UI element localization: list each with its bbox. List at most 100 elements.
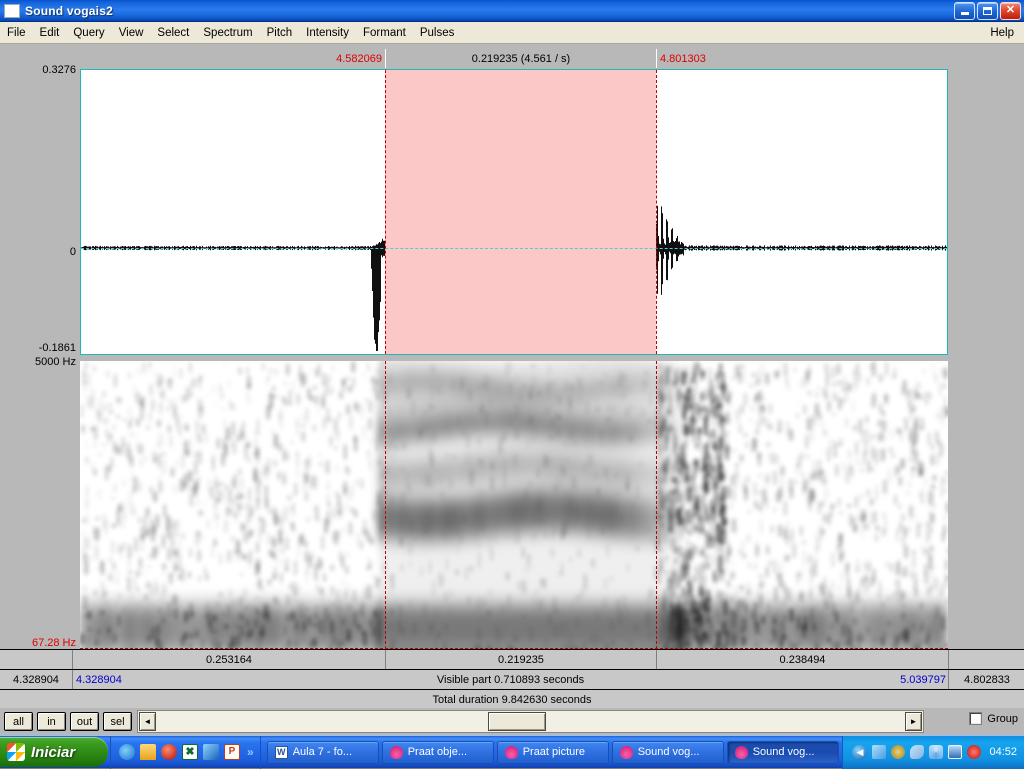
photo-editor-icon[interactable] [203,744,219,760]
menu-item-pulses[interactable]: Pulses [413,24,462,42]
scrollbar-thumb[interactable] [488,712,546,731]
praat-icon [505,746,518,759]
waveform-zero-line [81,248,947,249]
praat-sound-editor-window: Sound vogais2 ✕ File Edit Query View Sel… [0,0,1024,768]
menu-item-intensity[interactable]: Intensity [299,24,356,42]
modem-icon[interactable] [910,745,924,759]
scroll-left-arrow-button[interactable]: ◄ [139,712,156,731]
waveform-zero-label: 0 [0,246,76,258]
selection-start-time: 4.582069 [280,49,385,68]
selection-duration: 0.219235 (4.561 / s) [386,49,656,68]
display-icon[interactable] [948,745,962,759]
powerpoint-icon[interactable]: P [224,744,240,760]
waveform-selection-end-line[interactable] [656,70,657,354]
selection-header-bar: 4.582069 0.219235 (4.561 / s) 4.801303 [0,49,1024,68]
window-title: Sound vogais2 [25,4,113,18]
group-checkbox[interactable] [969,712,982,725]
menu-item-view[interactable]: View [112,24,151,42]
selection-header-divider-right [656,49,657,68]
menu-item-file[interactable]: File [0,24,33,42]
menu-item-help[interactable]: Help [983,24,1024,42]
start-button[interactable]: Iniciar [0,737,108,767]
scroll-right-arrow-button[interactable]: ► [905,712,922,731]
quick-launch-overflow-icon[interactable]: » [247,745,254,759]
visible-part-label: Visible part 0.710893 seconds [73,670,948,689]
menu-item-query[interactable]: Query [66,24,111,42]
windows-logo-icon [7,743,25,761]
sound-window-icon [4,4,20,18]
duration-segment-selected: 0.219235 [386,650,656,669]
waveform-selection-start-line[interactable] [385,70,386,354]
zoom-out-button[interactable]: out [70,712,99,731]
total-duration-label: Total duration 9.842630 seconds [0,690,1024,709]
visible-part-bar: 4.328904 4.328904 Visible part 0.710893 … [0,669,1024,689]
taskbar-button-label: Sound vog... [638,746,700,758]
menu-item-edit[interactable]: Edit [33,24,67,42]
taskbar-button-label: Sound vog... [753,746,815,758]
taskbar-button-praat-objects[interactable]: Praat obje... [382,741,494,764]
network-icon[interactable] [891,745,905,759]
start-button-label: Iniciar [31,744,75,761]
spectrogram-selection-end-line[interactable] [656,361,657,649]
praat-icon [390,746,403,759]
duration-divider-2 [656,650,657,669]
duration-segment-left: 0.253164 [73,650,385,669]
praat-icon [620,746,633,759]
visible-divider-right [948,670,949,689]
horizontal-scrollbar[interactable]: ◄ ► [137,710,924,733]
menu-item-formant[interactable]: Formant [356,24,413,42]
volume-icon[interactable] [872,745,886,759]
waveform-selection-shade [385,70,656,354]
taskbar-window-buttons: W Aula 7 - fo... Praat obje... Praat pic… [267,736,843,769]
word-document-icon: W [275,746,288,759]
menu-item-pitch[interactable]: Pitch [260,24,300,42]
system-tray: ◀ 04:52 [842,736,1024,769]
praat-icon [735,746,748,759]
menu-bar: File Edit Query View Select Spectrum Pit… [0,22,1024,44]
duration-divider-1 [385,650,386,669]
spectrogram-fmin-label: 67.28 Hz [0,637,76,649]
zoom-sel-button[interactable]: sel [103,712,132,731]
close-icon: ✕ [1006,5,1015,16]
spectrogram-selection-start-line[interactable] [385,361,386,649]
bluetooth-icon[interactable] [929,745,943,759]
taskbar-button-sound-vogais-2[interactable]: Sound vog... [727,741,839,764]
group-checkbox-container[interactable]: Group [969,712,1018,725]
quick-launch-bar: ✖ P » [110,736,261,769]
folder-icon[interactable] [140,744,156,760]
taskbar-button-sound-vogais-1[interactable]: Sound vog... [612,741,724,764]
windows-taskbar: Iniciar ✖ P » W Aula 7 - fo... Praat obj… [0,735,1024,768]
zoom-in-button[interactable]: in [37,712,66,731]
spectrogram-panel[interactable] [80,361,948,649]
minimize-icon [961,12,969,15]
selection-end-time: 4.801303 [658,49,758,68]
media-player-icon[interactable] [161,744,177,760]
taskbar-button-word[interactable]: W Aula 7 - fo... [267,741,379,764]
menu-item-spectrum[interactable]: Spectrum [196,24,259,42]
editor-area: 4.582069 0.219235 (4.561 / s) 4.801303 0… [0,44,1024,708]
maximize-button[interactable] [977,2,998,20]
menu-item-select[interactable]: Select [150,24,196,42]
antivirus-icon[interactable] [967,745,981,759]
show-hidden-icons-arrow[interactable]: ◀ [852,745,867,760]
spectrogram-fmax-label: 5000 Hz [0,356,76,368]
waveform-ymin-label: -0.1861 [0,342,76,354]
visible-end-time: 5.039797 [884,670,946,689]
taskbar-button-label: Aula 7 - fo... [293,746,352,758]
excel-icon[interactable]: ✖ [182,744,198,760]
duration-divider-3 [948,650,949,669]
minimize-button[interactable] [954,2,975,20]
taskbar-button-praat-picture[interactable]: Praat picture [497,741,609,764]
taskbar-button-label: Praat obje... [408,746,467,758]
title-bar: Sound vogais2 ✕ [0,0,1024,22]
selection-header-divider-left [385,49,386,68]
internet-explorer-icon[interactable] [119,744,135,760]
clock[interactable]: 04:52 [989,746,1017,758]
duration-segment-right: 0.238494 [657,650,948,669]
spectrogram-image [80,361,948,649]
close-button[interactable]: ✕ [1000,2,1021,20]
visible-divider-left [72,670,73,689]
waveform-panel[interactable] [80,69,948,355]
window-controls: ✕ [954,2,1024,20]
zoom-all-button[interactable]: all [4,712,33,731]
